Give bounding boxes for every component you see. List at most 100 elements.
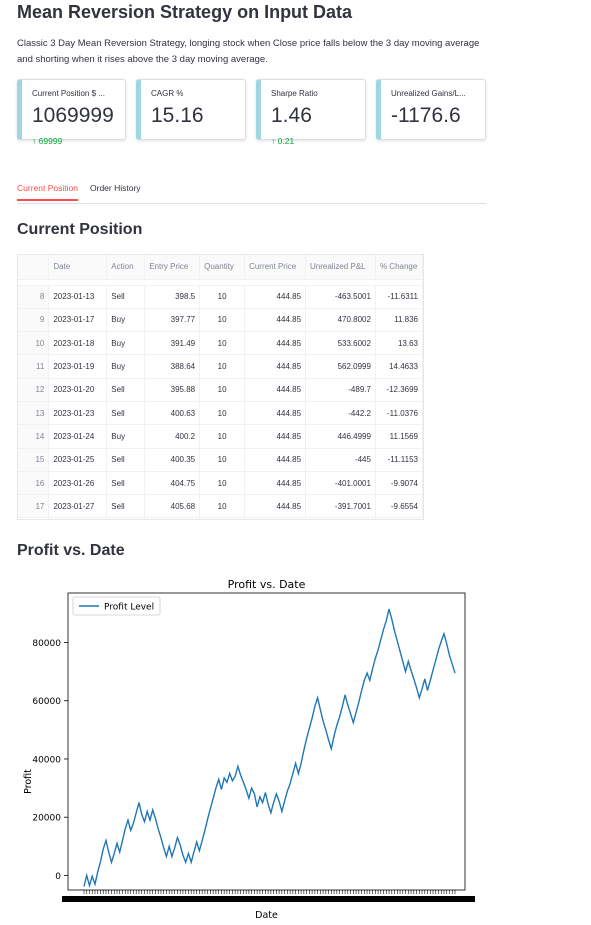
metric-delta: ↑ 0.21: [271, 136, 294, 146]
tab-order-history[interactable]: Order History: [90, 183, 141, 199]
table-cell: 13.63: [375, 331, 423, 356]
column-header[interactable]: Quantity: [199, 255, 246, 280]
table-cell: 10: [199, 494, 246, 519]
table-cell: Sell: [106, 401, 146, 426]
table-row[interactable]: 9 2023-01-17 Buy 397.77 10 444.85 470.8002 11.8…: [18, 308, 423, 333]
table-row[interactable]: 8 2023-01-13 Sell 398.5 10 444.85 -463.5001 -11…: [18, 285, 423, 309]
column-header[interactable]: [18, 255, 50, 280]
table-row[interactable]: 15 2023-01-25 Sell 400.35 10 444.85 -445 -11.11…: [18, 448, 423, 472]
row-index: 8: [18, 285, 50, 309]
column-header[interactable]: Current Price: [244, 255, 307, 280]
table-cell: 446.4999: [305, 424, 376, 449]
table-cell: Sell: [106, 448, 146, 472]
series-line-profit-level: [83, 608, 456, 889]
metric-delta-value: 69999: [38, 136, 63, 146]
table-cell: Buy: [106, 354, 146, 379]
table-cell: 2023-01-24: [48, 424, 108, 449]
row-index: 14: [18, 424, 50, 449]
table-cell: Sell: [106, 471, 146, 496]
row-index: 13: [18, 401, 50, 426]
table-cell: -445: [305, 448, 376, 472]
metric-value: 1.46: [271, 104, 312, 127]
table-row[interactable]: 16 2023-01-26 Sell 404.75 10 444.85 -401.0001-…: [18, 471, 423, 496]
column-header[interactable]: Action: [106, 255, 146, 280]
table-cell: Buy: [106, 331, 146, 356]
table-cell: -11.6311: [375, 285, 423, 309]
table-cell: 400.2: [144, 424, 201, 449]
metric-label: CAGR %: [151, 89, 184, 98]
row-index: 9: [18, 308, 50, 333]
table-cell: 395.88: [144, 378, 201, 402]
table-cell: -12.3699: [375, 378, 423, 402]
y-tick-label: 20000: [32, 814, 61, 824]
y-axis-label: Profit: [23, 769, 34, 794]
table-body: 8 2023-01-13 Sell 398.5 10 444.85 -463.5001 -11…: [18, 279, 423, 519]
table-cell: 2023-01-13: [48, 285, 108, 309]
metric-value: -1176.6: [391, 104, 461, 127]
metric-cagr: CAGR % 15.16: [136, 79, 246, 140]
metric-current-position: Current Position $ ... 1069999 ↑ 69999: [17, 79, 126, 146]
section-title-current-position: Current Position: [17, 221, 143, 238]
table-cell: 388.64: [144, 354, 201, 379]
row-index: 12: [18, 378, 50, 402]
table-cell: 400.35: [144, 448, 201, 472]
arrow-up-icon: ↑: [271, 136, 276, 146]
y-tick-label: 80000: [32, 639, 61, 649]
table-cell: Sell: [106, 285, 146, 309]
table-cell: 562.0999: [305, 354, 376, 379]
table-cell: 391.49: [144, 331, 201, 356]
table-cell: 397.77: [144, 308, 201, 333]
table-cell: 2023-01-23: [48, 401, 108, 426]
table-cell: 2023-01-19: [48, 354, 108, 379]
table-cell: 10: [199, 401, 246, 426]
table-cell: 10: [199, 448, 246, 472]
column-header[interactable]: Date: [48, 255, 108, 280]
x-axis-label: Date: [255, 910, 278, 920]
table-cell: 470.8002: [305, 308, 376, 333]
column-header[interactable]: % Change: [375, 255, 423, 280]
y-tick-label: 0: [55, 872, 61, 882]
table-row[interactable]: 17 2023-01-27 Sell 405.68 10 444.85 -391.7001-…: [18, 494, 423, 519]
table-row[interactable]: 13 2023-01-23 Sell 400.63 10 444.85 -442.2 -11.…: [18, 401, 423, 426]
column-header[interactable]: Unrealized P&L: [305, 255, 376, 280]
table-cell: 10: [199, 471, 246, 496]
table-cell: 405.68: [144, 494, 201, 519]
page-description: Classic 3 Day Mean Reversion Strategy, l…: [17, 38, 480, 65]
table-cell: -489.7: [305, 378, 376, 402]
table-header: Date Action Entry Price Quantity Current Pri…: [18, 255, 423, 280]
table-cell: 444.85: [244, 285, 307, 309]
table-row[interactable]: 11 2023-01-19 Buy 388.64 10 444.85 562.0999 14.…: [18, 354, 423, 379]
table-cell: -9.6554: [375, 494, 423, 519]
table-cell: Buy: [106, 424, 146, 449]
table-row[interactable]: 12 2023-01-20 Sell 395.88 10 444.85 -489.7 -12.…: [18, 378, 423, 402]
section-title-profit-vs-date: Profit vs. Date: [17, 542, 125, 559]
metric-value: 1069999: [32, 104, 114, 127]
row-index: 10: [18, 331, 50, 356]
table-cell: -463.5001: [305, 285, 376, 309]
column-header[interactable]: Entry Price: [144, 255, 201, 280]
metric-unrealized-gains: Unrealized Gains/L... -1176.6: [376, 79, 486, 140]
table-row[interactable]: 14 2023-01-24 Buy 400.2 10 444.85 446.4999 11.1…: [18, 424, 423, 449]
table-cell: -9.9074: [375, 471, 423, 496]
metric-delta: ↑ 69999: [32, 136, 62, 146]
table-cell: Sell: [106, 494, 146, 519]
metric-sharpe-ratio: Sharpe Ratio 1.46 ↑ 0.21: [256, 79, 366, 146]
tab-current-position[interactable]: Current Position: [17, 183, 78, 201]
row-index: 17: [18, 494, 50, 519]
table-cell: 2023-01-25: [48, 448, 108, 472]
table-cell: -391.7001: [305, 494, 376, 519]
table-cell: 444.85: [244, 308, 307, 333]
chart-title: Profit vs. Date: [228, 578, 306, 591]
positions-table[interactable]: Date Action Entry Price Quantity Current Pri…: [17, 254, 424, 520]
table-cell: 404.75: [144, 471, 201, 496]
table-cell: 444.85: [244, 354, 307, 379]
profit-line-chart: Profit vs. Date 0 20000 40000 60000 80000 Date…: [23, 578, 475, 920]
table-row[interactable]: 10 2023-01-18 Buy 391.49 10 444.85 533.6002 13.…: [18, 331, 423, 356]
table-cell: 2023-01-20: [48, 378, 108, 402]
table-cell: 14.4633: [375, 354, 423, 379]
table-cell: 444.85: [244, 471, 307, 496]
row-index: 16: [18, 471, 50, 496]
table-cell: 10: [199, 331, 246, 356]
y-tick-label: 40000: [32, 755, 61, 765]
table-cell: 444.85: [244, 401, 307, 426]
